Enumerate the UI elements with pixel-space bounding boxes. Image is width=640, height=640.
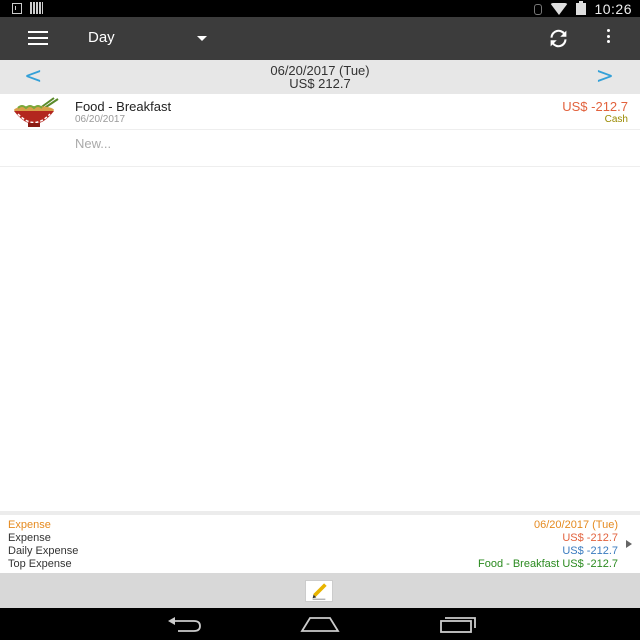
entry-date: 06/20/2017	[75, 114, 126, 125]
more-vert-icon[interactable]	[598, 29, 618, 49]
bottom-toolbar	[0, 573, 640, 608]
sync-icon[interactable]	[548, 28, 569, 49]
new-entry-row[interactable]: New...	[0, 131, 640, 167]
bluetooth-icon	[534, 3, 543, 15]
menu-icon[interactable]	[28, 31, 48, 45]
summary-value: US$ -212.7	[562, 545, 618, 557]
noodle-bowl-icon	[14, 97, 59, 127]
summary-header-row: Expense 06/20/2017 (Tue)	[8, 519, 618, 532]
summary-date: 06/20/2017 (Tue)	[534, 519, 618, 531]
view-mode-label: Day	[88, 29, 115, 46]
battery-icon	[576, 1, 587, 15]
clock: 10:26	[594, 1, 632, 17]
back-icon[interactable]	[164, 614, 204, 634]
entry-account: Cash	[604, 114, 628, 125]
next-day-button[interactable]: >	[596, 64, 614, 89]
expense-summary-panel[interactable]: Expense 06/20/2017 (Tue) Expense US$ -21…	[0, 511, 640, 573]
date-header: < 06/20/2017 (Tue) US$ 212.7 >	[0, 60, 640, 94]
summary-row: Daily Expense US$ -212.7	[8, 545, 618, 558]
summary-title: Expense	[8, 519, 51, 531]
summary-label: Daily Expense	[8, 545, 79, 557]
edit-pencil-icon[interactable]	[305, 580, 333, 602]
status-bar: 10:26	[0, 0, 640, 17]
home-icon[interactable]	[300, 614, 340, 634]
summary-value: Food - Breakfast US$ -212.7	[477, 558, 618, 570]
day-total: US$ 212.7	[289, 76, 351, 91]
app-toolbar: Day	[0, 17, 640, 60]
entry-category: Food - Breakfast	[75, 99, 172, 114]
summary-label: Top Expense	[8, 558, 72, 570]
wifi-icon	[550, 3, 569, 15]
summary-label: Expense	[8, 532, 51, 544]
summary-row: Top Expense Food - Breakfast US$ -212.7	[8, 558, 618, 571]
system-nav-bar	[0, 608, 640, 640]
dropdown-caret-icon	[197, 36, 207, 41]
entry-amount: US$ -212.7	[562, 99, 628, 114]
barcode-icon	[30, 2, 43, 14]
recents-icon[interactable]	[437, 614, 477, 634]
view-mode-dropdown[interactable]: Day	[88, 29, 218, 51]
summary-row: Expense US$ -212.7	[8, 532, 618, 545]
download-icon	[12, 2, 22, 14]
expense-entry-row[interactable]: Food - Breakfast 06/20/2017 US$ -212.7 C…	[0, 94, 640, 130]
new-entry-placeholder: New...	[75, 136, 112, 151]
expand-arrow-icon	[626, 540, 632, 548]
summary-value: US$ -212.7	[562, 532, 618, 544]
